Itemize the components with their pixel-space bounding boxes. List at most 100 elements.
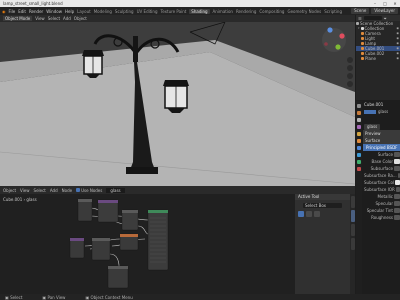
- menu-window[interactable]: Window: [46, 9, 62, 14]
- physics-tab-icon[interactable]: [357, 160, 361, 164]
- side-tab-tool[interactable]: [351, 210, 355, 222]
- node[interactable]: [97, 199, 119, 223]
- gizmo-z-axis[interactable]: [327, 27, 333, 33]
- filter-icon[interactable]: ⏷: [384, 16, 387, 21]
- tab-rendering[interactable]: Rendering: [236, 9, 256, 14]
- node[interactable]: [91, 237, 111, 261]
- prop-value-field[interactable]: [394, 152, 400, 157]
- extend-mode-icon[interactable]: [306, 211, 312, 217]
- prop-row-specular-tint[interactable]: Specular Tint: [363, 207, 400, 214]
- node[interactable]: [119, 233, 139, 251]
- prop-row-subsurface[interactable]: Subsurface: [363, 165, 400, 172]
- prop-row-roughness[interactable]: Roughness: [363, 214, 400, 221]
- surface-shader-field[interactable]: Principled BSDF: [363, 144, 400, 151]
- tab-shading[interactable]: Shading: [189, 8, 210, 14]
- prop-row-metallic[interactable]: Metallic: [363, 193, 400, 200]
- maximize-icon[interactable]: □: [380, 0, 390, 7]
- close-icon[interactable]: ✕: [390, 0, 400, 7]
- node[interactable]: [77, 198, 93, 222]
- tab-uv-editing[interactable]: UV Editing: [137, 9, 158, 14]
- subtract-mode-icon[interactable]: [314, 211, 320, 217]
- blender-logo-icon[interactable]: ◉: [2, 9, 6, 14]
- scene-tab-icon[interactable]: [357, 125, 361, 129]
- side-tab-options[interactable]: [351, 238, 355, 250]
- material-slot-selected[interactable]: [364, 109, 376, 114]
- select-box-tool[interactable]: Select Box: [303, 203, 342, 208]
- tool-tab-icon[interactable]: [357, 104, 361, 108]
- prop-row-subsurface-color[interactable]: Subsurface Col: [363, 179, 400, 186]
- use-nodes-checkbox[interactable]: Use Nodes: [76, 187, 102, 193]
- material-name-field[interactable]: glass: [363, 123, 400, 130]
- menu-render[interactable]: Render: [29, 9, 43, 14]
- visibility-eye-icon[interactable]: ◉: [396, 56, 399, 61]
- tab-geometry-nodes[interactable]: Geometry Nodes: [287, 9, 321, 14]
- gizmo-neg-x-axis[interactable]: [324, 42, 328, 46]
- material-slot-dropdown[interactable]: glass: [106, 187, 125, 193]
- ortho-toggle-icon[interactable]: [347, 81, 353, 87]
- object-tab-icon[interactable]: [357, 139, 361, 143]
- viewport-menu-view[interactable]: View: [35, 16, 45, 21]
- pan-icon[interactable]: [347, 65, 353, 71]
- camera-wireframe[interactable]: [189, 22, 226, 45]
- viewport-menu-select[interactable]: Select: [48, 16, 60, 21]
- scene-selector[interactable]: Scene: [351, 8, 370, 14]
- prop-value-field[interactable]: [394, 201, 400, 206]
- node-menu-view[interactable]: View: [20, 188, 30, 193]
- principled-bsdf-node[interactable]: [147, 209, 169, 271]
- world-tab-icon[interactable]: [357, 132, 361, 136]
- color-swatch[interactable]: [395, 180, 400, 185]
- prop-row-subsurface-radius[interactable]: Subsurface Ra...: [363, 172, 400, 179]
- prop-row-specular[interactable]: Specular: [363, 200, 400, 207]
- object-mode-dropdown[interactable]: Object Mode: [3, 16, 33, 21]
- tab-texture-paint[interactable]: Texture Paint: [160, 9, 186, 14]
- view-layer-selector[interactable]: ViewLayer: [371, 8, 398, 14]
- prop-value-field[interactable]: [394, 166, 400, 171]
- tab-sculpting[interactable]: Sculpting: [115, 9, 134, 14]
- minimize-icon[interactable]: –: [370, 0, 380, 7]
- menu-file[interactable]: File: [9, 9, 16, 14]
- tab-modeling[interactable]: Modeling: [94, 9, 112, 14]
- outliner-search-input[interactable]: [363, 16, 382, 20]
- zoom-icon[interactable]: [347, 57, 353, 63]
- side-tab-view[interactable]: [351, 224, 355, 236]
- prop-row-base-color[interactable]: Base Color: [363, 158, 400, 165]
- render-tab-icon[interactable]: [357, 111, 361, 115]
- side-tab-node[interactable]: [351, 196, 355, 208]
- prop-value-field[interactable]: [395, 187, 400, 192]
- color-swatch[interactable]: [394, 159, 400, 164]
- active-tool-header[interactable]: Active Tool: [295, 194, 350, 200]
- gizmo-x-axis[interactable]: [339, 33, 345, 39]
- menu-edit[interactable]: Edit: [18, 9, 26, 14]
- tab-compositing[interactable]: Compositing: [259, 9, 284, 14]
- prop-row-subsurface-ior[interactable]: Subsurface IOR: [363, 186, 400, 193]
- gizmo-y-axis[interactable]: [335, 44, 341, 50]
- node-menu-select[interactable]: Select: [34, 188, 46, 193]
- node-menu-node[interactable]: Node: [62, 188, 72, 193]
- select-mode-icon[interactable]: [298, 211, 304, 217]
- tab-scripting[interactable]: Scripting: [324, 9, 342, 14]
- modifier-tab-icon[interactable]: [357, 146, 361, 150]
- output-tab-icon[interactable]: [357, 118, 361, 122]
- material-tab-icon[interactable]: [357, 167, 361, 171]
- viewport-menu-object[interactable]: Object: [74, 16, 87, 21]
- particles-tab-icon[interactable]: [357, 153, 361, 157]
- outliner-row-plane[interactable]: Plane ◉: [356, 56, 400, 61]
- node-menu-object[interactable]: Object: [3, 188, 16, 193]
- prop-value-field[interactable]: [394, 208, 400, 213]
- prop-value-field[interactable]: [394, 194, 400, 199]
- material-name-input[interactable]: glass: [364, 123, 381, 130]
- node-menu-add[interactable]: Add: [50, 188, 58, 193]
- section-surface[interactable]: Surface: [363, 137, 400, 144]
- tab-animation[interactable]: Animation: [213, 9, 233, 14]
- outliner-editor-icon[interactable]: ☰: [358, 16, 362, 21]
- navigation-gizmo[interactable]: [322, 27, 346, 52]
- 3d-viewport[interactable]: [0, 22, 355, 186]
- menu-help[interactable]: Help: [65, 9, 74, 14]
- node[interactable]: [121, 209, 139, 231]
- prop-value-field[interactable]: [394, 215, 400, 220]
- node[interactable]: [107, 265, 129, 289]
- prop-row-surface[interactable]: Surface: [363, 151, 400, 158]
- tab-layout[interactable]: Layout: [77, 9, 91, 14]
- section-preview[interactable]: Preview: [363, 130, 400, 137]
- camera-view-icon[interactable]: [347, 73, 353, 79]
